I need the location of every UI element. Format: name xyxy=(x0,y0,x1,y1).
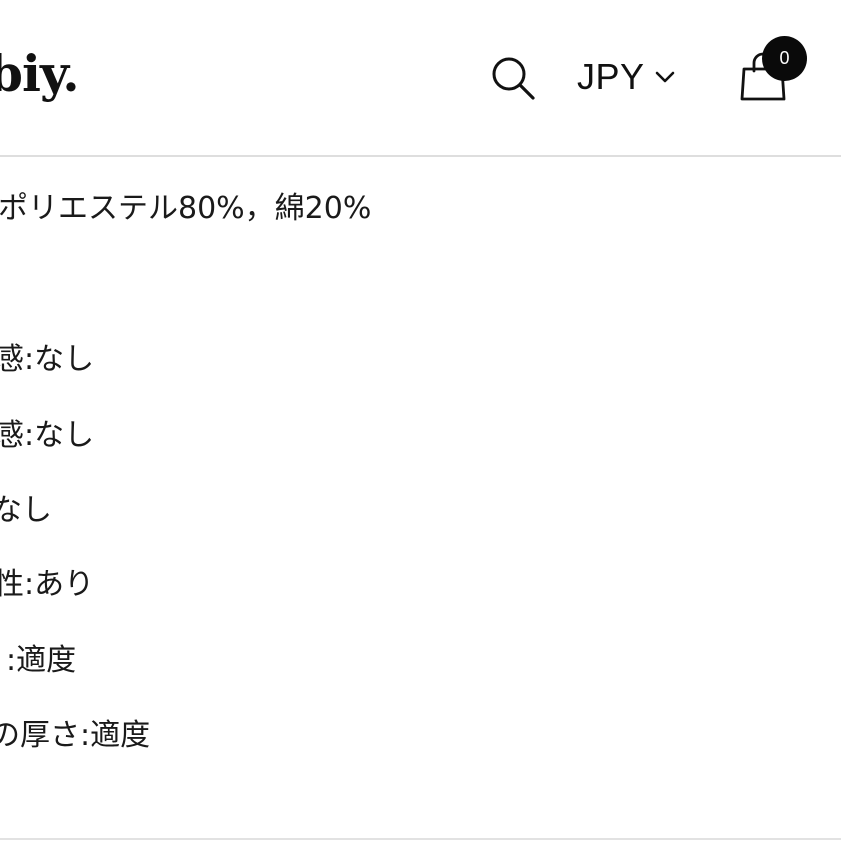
site-header: biy. JPY 0 xyxy=(0,0,841,155)
product-spec-list: ポリエステル80%，綿20% 感:なし 感:なし なし 性:あり :適度 の厚さ… xyxy=(0,157,841,837)
spec-line: 性:あり xyxy=(0,567,95,602)
chevron-down-icon xyxy=(655,71,674,83)
search-button[interactable] xyxy=(489,54,537,102)
cart-button[interactable]: 0 xyxy=(737,36,809,106)
currency-selector[interactable]: JPY xyxy=(577,52,675,102)
spec-line-material: ポリエステル80%，綿20% xyxy=(0,191,372,226)
cart-count-badge: 0 xyxy=(762,36,807,81)
spec-line: なし xyxy=(0,493,52,528)
search-icon xyxy=(492,57,535,100)
store-logo[interactable]: biy. xyxy=(0,44,80,104)
spec-line: :適度 xyxy=(6,643,77,678)
currency-label: JPY xyxy=(577,56,645,97)
spec-line-thickness: の厚さ:適度 xyxy=(0,718,151,753)
content-divider xyxy=(0,838,841,840)
spec-line: 感:なし xyxy=(0,418,95,453)
spec-line: 感:なし xyxy=(0,342,95,377)
